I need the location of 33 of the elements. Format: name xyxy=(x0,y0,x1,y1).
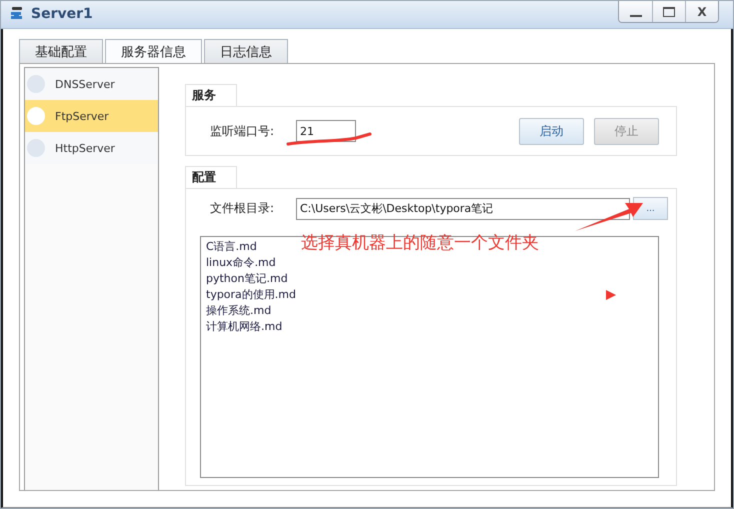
status-dot xyxy=(27,107,45,125)
path-field[interactable]: C:\Users\云文彬\Desktop\typora笔记 xyxy=(296,198,630,220)
port-field[interactable]: 21 xyxy=(296,120,356,142)
port-label: 监听端口号: xyxy=(210,122,276,140)
server-icon xyxy=(9,6,25,22)
file-item[interactable]: python笔记.md xyxy=(206,271,288,287)
file-item[interactable]: 操作系统.md xyxy=(206,303,272,319)
tab[interactable]: 日志信息 xyxy=(204,39,288,63)
pointer-icon xyxy=(606,290,616,300)
file-item[interactable]: typora的使用.md xyxy=(206,287,296,303)
close-button[interactable]: X xyxy=(685,1,718,22)
browse-button[interactable]: ... xyxy=(633,197,668,220)
service-name: HttpServer xyxy=(55,142,115,154)
group-title: 配置 xyxy=(185,166,237,188)
service-name: FtpServer xyxy=(55,110,109,122)
service-name: DNSServer xyxy=(55,78,115,90)
file-item[interactable]: 计算机网络.md xyxy=(206,319,282,335)
root-label: 文件根目录: xyxy=(210,200,276,217)
minimize-icon xyxy=(630,14,642,16)
maximize-button[interactable] xyxy=(652,1,685,22)
minimize-button[interactable] xyxy=(619,1,652,22)
file-item[interactable]: linux命令.md xyxy=(206,255,276,271)
maximize-icon xyxy=(663,6,675,16)
action-button[interactable]: 启动 xyxy=(519,118,584,144)
service-item[interactable]: FtpServer xyxy=(25,100,158,132)
tab[interactable]: 服务器信息 xyxy=(105,39,202,63)
window-title: Server1 xyxy=(31,6,93,22)
group-title: 服务 xyxy=(185,84,237,106)
tab[interactable]: 基础配置 xyxy=(19,39,103,63)
status-dot xyxy=(27,139,45,157)
status-dot xyxy=(27,75,45,93)
file-item[interactable]: C语言.md xyxy=(206,239,257,255)
annotation-text: 选择真机器上的随意一个文件夹 xyxy=(301,232,539,254)
